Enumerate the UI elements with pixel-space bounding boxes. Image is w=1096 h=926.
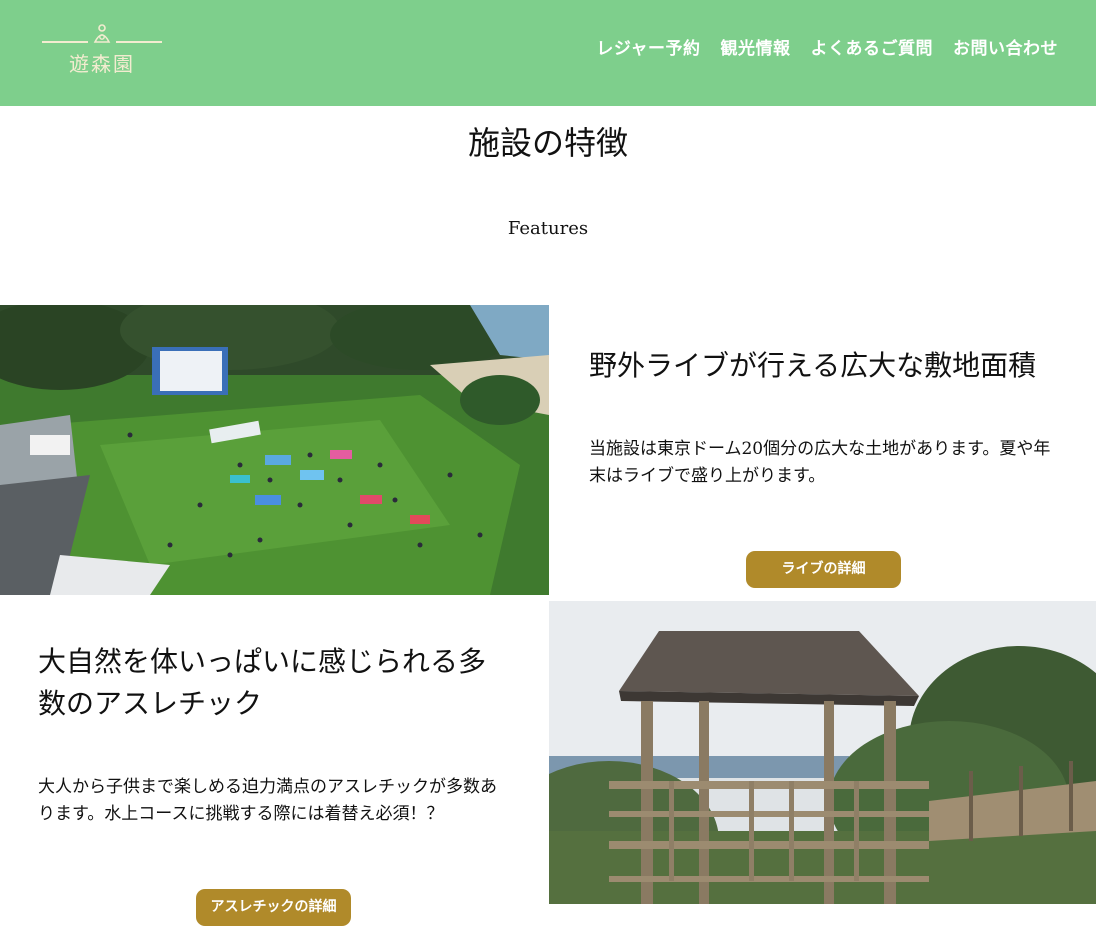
feature-live-title: 野外ライブが行える広大な敷地面積 — [589, 349, 1037, 382]
outdoor-live-photo — [0, 305, 549, 595]
logo-text: 遊森園 — [69, 52, 135, 76]
nav-faq[interactable]: よくあるご質問 — [811, 34, 934, 59]
nav-leisure-reservation[interactable]: レジャー予約 — [596, 34, 700, 59]
feature-athletic-title: 大自然を体いっぱいに感じられる多数のアスレチック — [38, 645, 487, 720]
nav-contact[interactable]: お問い合わせ — [953, 34, 1058, 59]
main-nav: レジャー予約 観光情報 よくあるご質問 お問い合わせ — [596, 34, 1058, 59]
site-logo[interactable]: 遊森園 — [40, 22, 164, 78]
site-header: 遊森園 レジャー予約 観光情報 よくあるご質問 お問い合わせ — [0, 0, 1096, 106]
section-title: 施設の特徴 — [467, 124, 628, 162]
feature-athletic-text: 大人から子供まで楽しめる迫力満点のアスレチックが多数あります。水上コースに挑戦す… — [38, 777, 497, 824]
section-subtitle: Features — [507, 218, 589, 239]
athletic-details-button[interactable]: アスレチックの詳細 — [196, 889, 351, 926]
feature-live-text: 当施設は東京ドーム20個分の広大な土地があります。夏や年末はライブで盛り上がりま… — [589, 439, 1051, 486]
athletic-tower-photo — [549, 601, 1096, 904]
live-details-button[interactable]: ライブの詳細 — [746, 551, 901, 588]
nav-tourism-info[interactable]: 観光情報 — [721, 34, 791, 59]
